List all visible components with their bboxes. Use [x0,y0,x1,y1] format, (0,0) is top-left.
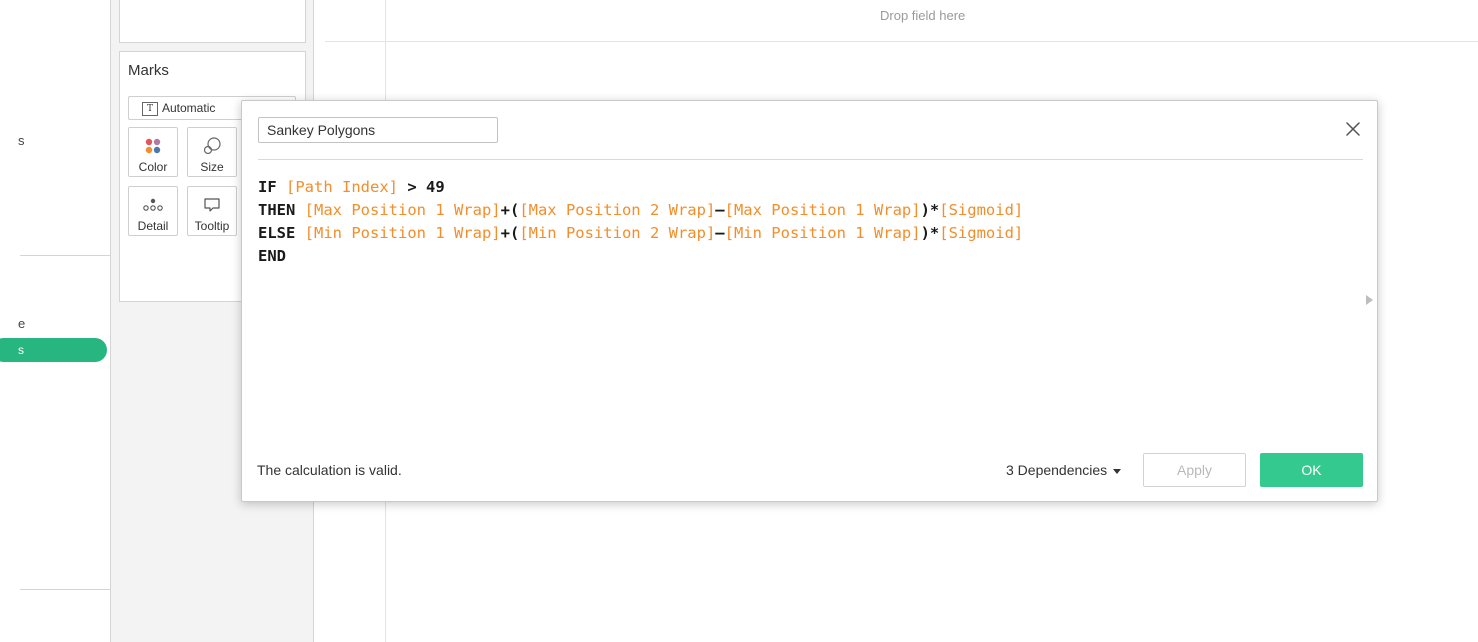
formula-operator: – [715,201,725,219]
data-pane: s e s [0,0,111,642]
formula-field: [Path Index] [286,178,398,196]
tooltip-button-label: Tooltip [194,219,230,233]
formula-keyword: ELSE [258,224,296,242]
close-button[interactable] [1343,119,1363,139]
formula-field: [Min Position 2 Wrap] [519,224,716,242]
formula-field: [Max Position 2 Wrap] [519,201,716,219]
formula-field: [Sigmoid] [939,201,1024,219]
calculation-status: The calculation is valid. [257,462,402,478]
formula-field: [Min Position 1 Wrap] [724,224,921,242]
tooltip-bubble-icon [188,193,236,217]
rows-shelf-divider [325,41,1478,42]
formula-field: [Max Position 1 Wrap] [724,201,921,219]
data-pane-label-fragment: s [18,133,25,148]
caret-down-icon [1113,468,1122,474]
data-pane-divider [20,255,110,256]
formula-keyword: IF [258,178,277,196]
size-button[interactable]: Size [187,127,237,177]
formula-line: THEN [Max Position 1 Wrap]+([Max Positio… [258,199,1023,222]
formula-field: [Max Position 1 Wrap] [304,201,501,219]
formula-keyword: THEN [258,201,296,219]
formula-operator: – [715,224,725,242]
dialog-divider [258,159,1363,160]
color-button[interactable]: Color [128,127,178,177]
apply-button[interactable]: Apply [1143,453,1246,487]
color-palette-icon [129,134,177,158]
calculation-name-input[interactable] [258,117,498,143]
formula-field: [Sigmoid] [939,224,1024,242]
tooltip-button[interactable]: Tooltip [187,186,237,236]
formula-operator: )* [920,224,940,242]
formula-line: END [258,245,1023,268]
expand-arrow-icon[interactable] [1366,295,1373,305]
ok-button[interactable]: OK [1260,453,1363,487]
text-mark-icon: T [142,101,158,116]
drop-field-hint: Drop field here [880,8,966,23]
detail-dots-icon [129,193,177,217]
formula-operator: +( [500,201,520,219]
color-button-label: Color [138,160,168,174]
formula-line: IF [Path Index] > 49 [258,176,1023,199]
data-pane-label-fragment: e [18,316,26,331]
dependencies-label: 3 Dependencies [1006,462,1108,478]
formula-line: ELSE [Min Position 1 Wrap]+([Min Positio… [258,222,1023,245]
detail-button[interactable]: Detail [128,186,178,236]
calculation-dialog: IF [Path Index] > 49THEN [Max Position 1… [241,100,1378,502]
formula-operator: +( [500,224,520,242]
detail-button-label: Detail [137,219,169,233]
formula-operator: > 49 [398,178,445,196]
formula-keyword: END [258,247,286,265]
formula-editor[interactable]: IF [Path Index] > 49 THEN [Max Position 1… [258,176,1023,268]
size-icon [188,134,236,158]
pages-card[interactable] [119,0,306,43]
data-pane-divider [20,589,110,590]
size-button-label: Size [200,160,224,174]
marks-title: Marks [128,62,169,79]
selected-field-pill-label: s [18,343,24,357]
formula-operator: )* [920,201,940,219]
formula-field: [Min Position 1 Wrap] [304,224,501,242]
dependencies-dropdown[interactable]: 3 Dependencies [1006,462,1122,478]
selected-field-pill[interactable]: s [0,338,107,362]
close-icon [1346,122,1360,136]
mark-type-label: Automatic [162,101,216,115]
